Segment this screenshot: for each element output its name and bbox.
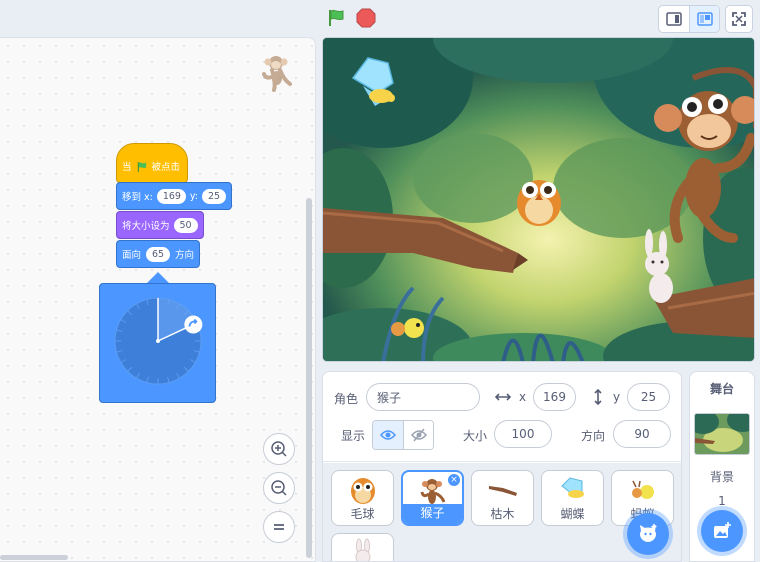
choose-sprite-button[interactable]	[627, 513, 669, 555]
sprite-tile[interactable]: 毛球	[331, 470, 394, 526]
direction-label: 方向	[581, 429, 606, 443]
equals-icon	[274, 524, 284, 530]
choose-backdrop-button[interactable]	[701, 510, 743, 552]
y-label: y	[613, 390, 621, 404]
small-stage-button[interactable]	[659, 6, 689, 32]
dial-handle[interactable]	[184, 315, 203, 334]
sprite-tile-name: 猴子	[403, 504, 462, 524]
point-direction-block[interactable]: 面向 65 方向	[116, 240, 200, 268]
goto-label: 移到 x:	[122, 192, 153, 203]
rabbit-icon	[346, 538, 380, 561]
code-workspace[interactable]: 当 被点击 移到 x: 169 y: 25 将大小设为 50 面向 65 方向	[0, 37, 316, 562]
horizontal-scrollbar[interactable]	[0, 555, 68, 560]
monkey-icon	[416, 476, 450, 506]
direction-input[interactable]: 65	[145, 245, 171, 263]
stage-toolbar	[0, 0, 760, 37]
stage-canvas[interactable]	[322, 37, 755, 362]
sprite-tile-name: 蝴蝶	[560, 507, 585, 521]
show-sprite-button[interactable]	[373, 421, 403, 449]
show-label: 显示	[341, 429, 366, 443]
normal-stage-button[interactable]	[689, 6, 719, 32]
direction-dial[interactable]	[100, 284, 217, 404]
y-position-input[interactable]: 25	[627, 383, 670, 411]
x-position-input[interactable]: 169	[533, 383, 576, 411]
fullscreen-icon	[732, 12, 746, 26]
owl-icon	[346, 475, 380, 505]
zoom-in-button[interactable]	[263, 433, 295, 465]
sprite-tile[interactable]: 蝴蝶	[541, 470, 604, 526]
sprite-name-input[interactable]: 猴子	[366, 383, 480, 411]
green-flag-icon	[137, 162, 146, 172]
point-direction-label: 面向	[122, 250, 142, 261]
zoom-out-icon	[271, 480, 287, 496]
when-flag-clicked-block[interactable]: 当 被点击	[116, 143, 188, 183]
fullscreen-button[interactable]	[725, 5, 753, 33]
size-input[interactable]: 100	[494, 420, 552, 448]
sprite-pane: 角色 猴子 x 169 y 25 显示 大小 100 方向 90 毛球 × 猴子…	[322, 371, 682, 562]
zoom-out-button[interactable]	[263, 472, 295, 504]
sprite-list: 毛球 × 猴子 枯木 蝴蝶 蚂蚁	[323, 463, 681, 561]
eye-slash-icon	[410, 428, 427, 442]
eye-icon	[380, 430, 396, 440]
stage-size-toggle	[658, 5, 720, 33]
x-arrows-icon	[495, 393, 511, 401]
sprite-tile[interactable]	[331, 533, 394, 561]
zoom-in-icon	[271, 441, 287, 457]
small-stage-icon	[666, 12, 682, 26]
goto-x-input[interactable]: 169	[156, 188, 186, 204]
normal-stage-icon	[696, 12, 713, 26]
owl-sprite[interactable]	[517, 180, 561, 226]
goto-xy-block[interactable]: 移到 x: 169 y: 25	[116, 182, 232, 210]
stop-icon[interactable]	[356, 8, 376, 28]
zoom-reset-button[interactable]	[263, 511, 295, 543]
sprite-tile-selected[interactable]: × 猴子	[401, 470, 464, 526]
goto-y-label: y:	[189, 190, 198, 202]
hide-sprite-button[interactable]	[403, 421, 433, 449]
hat-when-label: 当	[122, 162, 132, 173]
sprite-info-panel: 角色 猴子 x 169 y 25 显示 大小 100 方向 90	[323, 372, 681, 462]
sprite-tile-name: 毛球	[350, 507, 375, 521]
vertical-scrollbar[interactable]	[306, 198, 312, 558]
direction-input[interactable]: 90	[613, 420, 671, 448]
hat-clicked-label: 被点击	[151, 162, 181, 173]
add-backdrop-icon	[714, 522, 731, 538]
point-direction-suffix: 方向	[174, 250, 194, 261]
size-label: 大小	[463, 429, 488, 443]
current-sprite-watermark	[262, 54, 294, 96]
y-arrows-icon	[594, 389, 602, 405]
butterfly-icon	[556, 475, 590, 505]
set-size-block[interactable]: 将大小设为 50	[116, 211, 204, 239]
direction-dial-popup[interactable]	[99, 283, 216, 403]
delete-sprite-icon[interactable]: ×	[448, 474, 460, 486]
visibility-toggle	[372, 420, 434, 450]
sprite-tile[interactable]: 枯木	[471, 470, 534, 526]
set-size-label: 将大小设为	[122, 221, 170, 232]
set-size-input[interactable]: 50	[173, 217, 198, 233]
ant-icon	[626, 475, 660, 505]
log-icon	[486, 475, 520, 505]
green-flag-icon[interactable]	[326, 8, 346, 28]
stage-thumbnail[interactable]	[694, 413, 750, 455]
stage-pane-title: 舞台	[709, 382, 734, 396]
sprite-tile-name: 枯木	[490, 507, 515, 521]
add-sprite-cat-icon	[640, 524, 657, 542]
backdrop-count: 1	[718, 494, 726, 508]
goto-y-input[interactable]: 25	[202, 188, 226, 204]
x-label: x	[519, 390, 527, 404]
sprite-label: 角色	[334, 392, 359, 406]
backdrop-label: 背景	[709, 470, 734, 484]
